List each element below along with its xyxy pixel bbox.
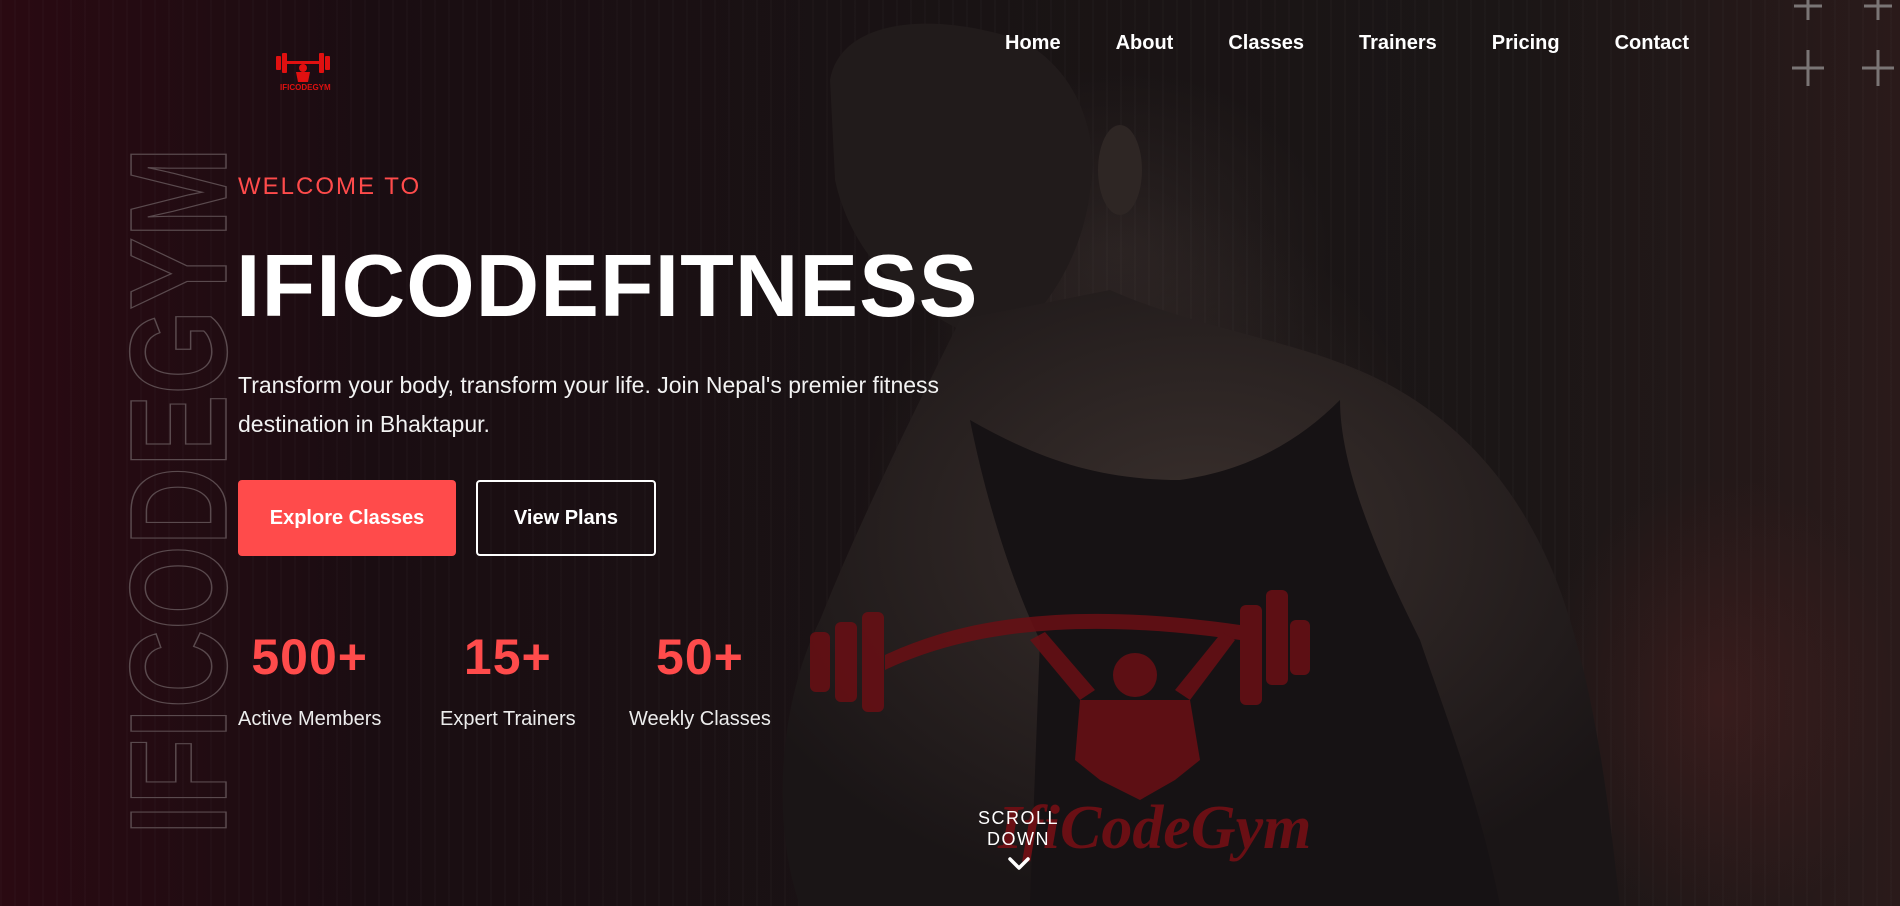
chevron-down-icon[interactable]	[1006, 854, 1032, 874]
stat-value: 500+	[251, 629, 368, 685]
svg-text:IFICODEGYM: IFICODEGYM	[102, 147, 236, 835]
stat-label: Active Members	[238, 708, 382, 730]
hero-title: IFICODEFITNESS	[236, 236, 979, 335]
athlete-image: IfiCodeGym	[782, 23, 1620, 906]
view-plans-button[interactable]: View Plans	[476, 480, 656, 556]
scroll-down[interactable]: SCROLL DOWN	[951, 808, 1086, 874]
stat-expert-trainers: 15+ Expert Trainers	[440, 628, 576, 731]
nav-contact[interactable]: Contact	[1615, 32, 1689, 55]
stat-label: Expert Trainers	[440, 708, 576, 730]
stat-label: Weekly Classes	[629, 708, 771, 730]
logo-text: IFICODEGYM	[280, 83, 331, 92]
nav-trainers[interactable]: Trainers	[1359, 32, 1437, 55]
nav-pricing[interactable]: Pricing	[1492, 32, 1560, 55]
side-vertical-text: IFICODEGYM	[101, 146, 236, 835]
weightlifter-logo-icon[interactable]: IFICODEGYM	[272, 48, 334, 92]
stat-weekly-classes: 50+ Weekly Classes	[629, 628, 771, 731]
main-nav: Home About Classes Trainers Pricing Cont…	[1005, 32, 1744, 55]
nav-about[interactable]: About	[1116, 32, 1174, 55]
hero-eyebrow: WELCOME TO	[238, 173, 422, 200]
stat-value: 50+	[656, 629, 744, 685]
nav-classes[interactable]: Classes	[1228, 32, 1304, 55]
hero-subtitle: Transform your body, transform your life…	[238, 372, 940, 437]
plus-icon	[1792, 0, 1894, 86]
nav-home[interactable]: Home	[1005, 32, 1061, 55]
scroll-down-label: SCROLL DOWN	[977, 808, 1060, 849]
explore-classes-button[interactable]: Explore Classes	[238, 480, 456, 556]
stat-value: 15+	[463, 629, 552, 685]
stat-active-members: 500+ Active Members	[238, 628, 381, 731]
